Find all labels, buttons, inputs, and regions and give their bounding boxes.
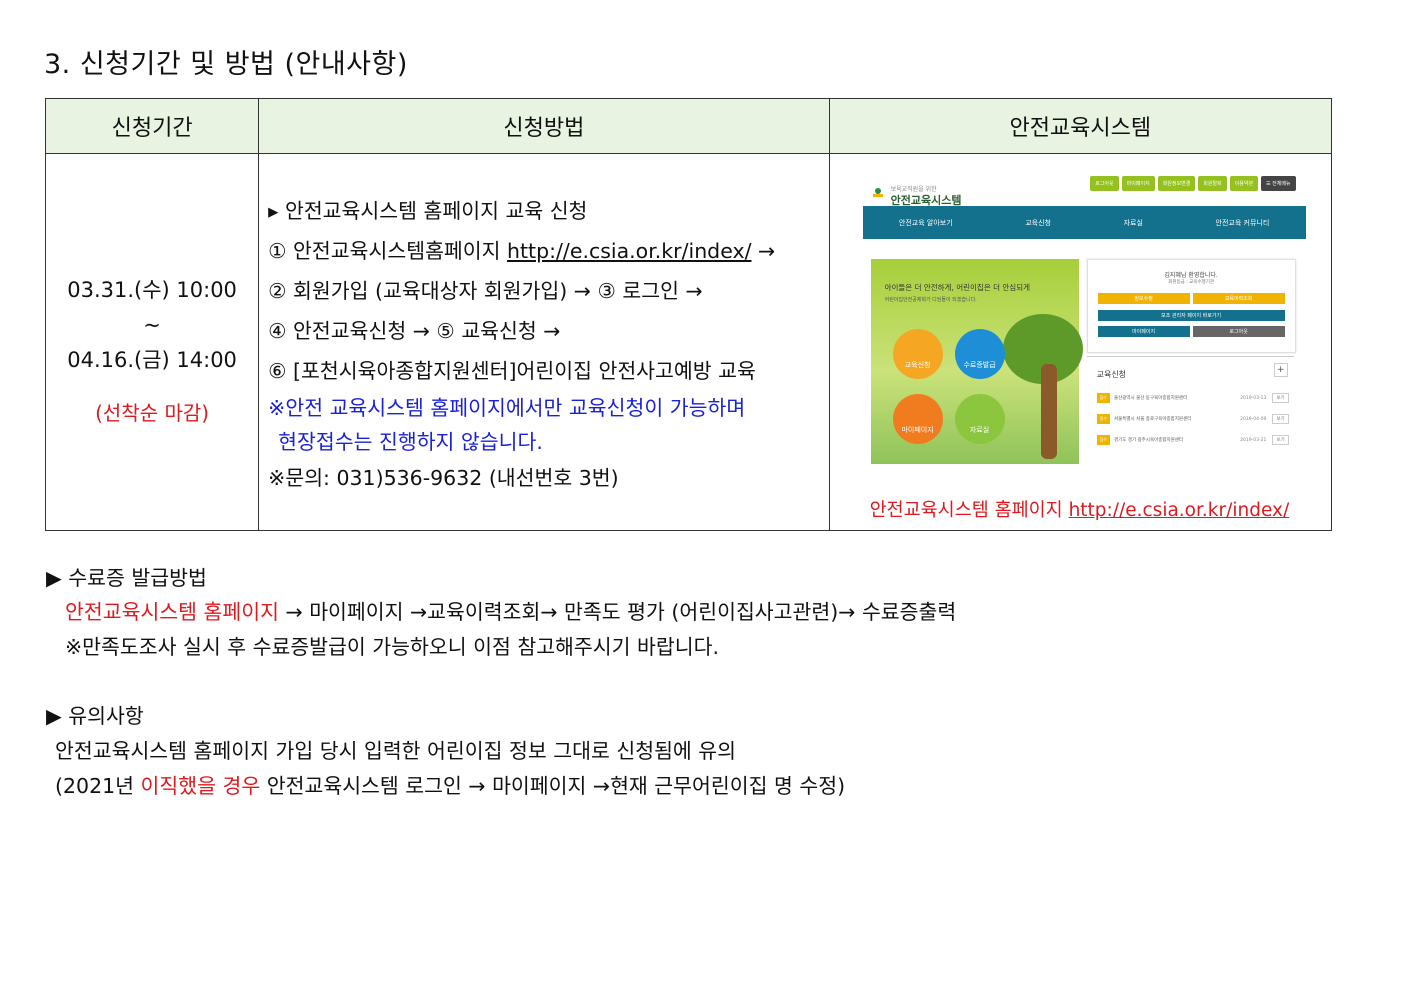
panel-logout-button[interactable]: 로그아웃 bbox=[1192, 326, 1285, 337]
edu-row[interactable]: 접수 서울특별시 서울 종로구육아종합지원센터 2019-04-09 보기 bbox=[1096, 414, 1289, 424]
cert-line-1-highlight: 안전교육시스템 홈페이지 bbox=[65, 600, 279, 624]
nav-item-community[interactable]: 안전교육 커뮤니티 bbox=[1216, 218, 1270, 228]
system-caption: 안전교육시스템 홈페이지 http://e.csia.or.kr/index/ bbox=[870, 496, 1290, 522]
notes-line-2: (2021년 이직했을 경우 안전교육시스템 로그인 → 마이페이지 →현재 근… bbox=[55, 769, 845, 799]
top-button-bar: 로그아웃 마이페이지 회원정보변경 회원탈퇴 이용약관 ☰ 전체메뉴 bbox=[1090, 176, 1296, 191]
edu-apply-box: 교육신청 + 접수 울산광역시 울산 동구육아종합지원센터 2019-03-13… bbox=[1086, 356, 1294, 469]
system-url-link[interactable]: http://e.csia.or.kr/index/ bbox=[507, 239, 751, 263]
period-tilde: ~ bbox=[143, 313, 161, 337]
notes-line-2-a: (2021년 bbox=[55, 774, 141, 798]
method-line-3: ② 회원가입 (교육대상자 회원가입) → ③ 로그인 → bbox=[268, 279, 703, 303]
history-button[interactable]: 교육이력조회 bbox=[1192, 293, 1285, 304]
nav-item-apply[interactable]: 교육신청 bbox=[1025, 218, 1051, 228]
nav-item-about[interactable]: 안전교육 알아보기 bbox=[899, 218, 953, 228]
header-method: 신청방법 bbox=[258, 98, 830, 154]
user-panel: 김지혜님 환영합니다. 회원등급 : 교육수행기관 정보수정 교육이력조회 보조… bbox=[1086, 259, 1296, 353]
notes-heading: ▶ 유의사항 bbox=[46, 704, 144, 728]
period-note: (선착순 마감) bbox=[95, 401, 210, 425]
mypage-button[interactable]: 마이페이지 bbox=[1121, 176, 1155, 191]
panel-mypage-button[interactable]: 마이페이지 bbox=[1097, 326, 1190, 337]
notes-line-2-highlight: 이직했을 경우 bbox=[140, 774, 261, 798]
caption-prefix: 안전교육시스템 홈페이지 bbox=[869, 500, 1069, 521]
cert-line-2: ※만족도조사 실시 후 수료증발급이 가능하오니 이점 참고해주시기 바랍니다. bbox=[65, 635, 719, 659]
method-line-2-prefix: ① 안전교육시스템홈페이지 bbox=[268, 239, 508, 263]
welcome-text: 김지혜님 환영합니다. bbox=[1164, 272, 1218, 279]
application-table: 신청기간 신청방법 안전교육시스템 03.31.(수) 10:00 ~ 04.1… bbox=[44, 98, 1333, 531]
method-line-2: ① 안전교육시스템홈페이지 http://e.csia.or.kr/index/… bbox=[268, 231, 827, 271]
edu-row-date: 2019-03-21 bbox=[1240, 437, 1267, 443]
terms-button[interactable]: 이용약관 bbox=[1229, 176, 1259, 191]
method-line-4: ④ 안전교육신청 → ⑤ 교육신청 → bbox=[268, 319, 561, 343]
period-end: 04.16.(금) 14:00 bbox=[67, 348, 237, 372]
edu-row-tag: 접수 bbox=[1096, 414, 1110, 424]
circle-apply[interactable]: 교육신청 bbox=[892, 329, 943, 379]
tree-trunk-illustration bbox=[1040, 364, 1057, 459]
circle-library[interactable]: 자료실 bbox=[954, 394, 1005, 444]
main-nav: 안전교육 알아보기 교육신청 자료실 안전교육 커뮤니티 bbox=[862, 206, 1306, 239]
cert-line-1: 안전교육시스템 홈페이지 → 마이페이지 →교육이력조회→ 만족도 평가 (어린… bbox=[65, 595, 956, 625]
logout-button[interactable]: 로그아웃 bbox=[1090, 176, 1119, 191]
method-contact: ※문의: 031)536-9632 (내선번호 3번) bbox=[268, 466, 619, 490]
circle-mypage[interactable]: 마이페이지 bbox=[892, 394, 943, 444]
edu-row[interactable]: 접수 울산광역시 울산 동구육아종합지원센터 2019-03-13 보기 bbox=[1096, 393, 1289, 403]
edit-profile-button[interactable]: 정보수정 bbox=[1097, 293, 1190, 304]
period-start: 03.31.(수) 10:00 bbox=[67, 278, 237, 302]
withdraw-button[interactable]: 회원탈퇴 bbox=[1198, 176, 1227, 191]
circle-certificate[interactable]: 수료증발급 bbox=[954, 329, 1005, 379]
method-line-5: ⑥ [포천시육아종합지원센터]어린이집 안전사고예방 교육 bbox=[268, 359, 756, 383]
edu-row-date: 2019-04-09 bbox=[1240, 416, 1267, 422]
logo-icon bbox=[872, 188, 883, 197]
edu-row-name: 경기도 경기 광주시육아종합지원센터 bbox=[1113, 438, 1184, 443]
section-title: 3. 신청기간 및 방법 (안내사항) bbox=[44, 49, 408, 80]
edu-row[interactable]: 접수 경기도 경기 광주시육아종합지원센터 2019-03-21 보기 bbox=[1096, 435, 1289, 445]
edu-row-view-button[interactable]: 보기 bbox=[1272, 435, 1289, 445]
notes-line-2-b: 안전교육시스템 로그인 → 마이페이지 →현재 근무어린이집 명 수정) bbox=[260, 774, 846, 798]
all-menu-button[interactable]: ☰ 전체메뉴 bbox=[1261, 176, 1296, 191]
edu-row-tag: 접수 bbox=[1096, 435, 1110, 445]
method-line-1: ▸ 안전교육시스템 홈페이지 교육 신청 bbox=[268, 199, 588, 223]
method-line-2-suffix: → bbox=[751, 239, 776, 263]
edu-box-title: 교육신청 bbox=[1096, 370, 1127, 379]
system-homepage-screenshot: 보육교직원을 위한 안전교육시스템 로그아웃 마이페이지 회원정보변경 회원탈퇴… bbox=[862, 164, 1306, 474]
notes-line-1: 안전교육시스템 홈페이지 가입 당시 입력한 어린이집 정보 그대로 신청됨에 … bbox=[55, 739, 737, 763]
sub-admin-button[interactable]: 보조 관리자 페이지 바로가기 bbox=[1097, 310, 1285, 321]
header-period: 신청기간 bbox=[44, 98, 260, 154]
caption-url-link[interactable]: http://e.csia.or.kr/index/ bbox=[1069, 500, 1290, 521]
method-notice-1: ※안전 교육시스템 홈페이지에서만 교육신청이 가능하며 bbox=[268, 396, 746, 420]
edit-info-button[interactable]: 회원정보변경 bbox=[1157, 176, 1196, 191]
method-cell: ▸ 안전교육시스템 홈페이지 교육 신청 ① 안전교육시스템홈페이지 http:… bbox=[258, 153, 830, 531]
hero-subtitle: 어린이집안전공제회가 디딤돌이 되겠습니다. bbox=[884, 297, 977, 303]
member-grade: 회원등급 : 교육수행기관 bbox=[1168, 280, 1214, 285]
edu-row-tag: 접수 bbox=[1096, 393, 1110, 403]
edu-row-name: 서울특별시 서울 종로구육아종합지원센터 bbox=[1113, 417, 1192, 422]
hero-title: 아이들은 더 안전하게, 어린이집은 더 안심되게 bbox=[884, 283, 1030, 292]
period-cell: 03.31.(수) 10:00 ~ 04.16.(금) 14:00 (선착순 마… bbox=[44, 153, 260, 531]
edu-row-name: 울산광역시 울산 동구육아종합지원센터 bbox=[1113, 396, 1188, 401]
method-notice-2: 현장접수는 진행하지 않습니다. bbox=[278, 430, 543, 454]
system-cell: 보육교직원을 위한 안전교육시스템 로그아웃 마이페이지 회원정보변경 회원탈퇴… bbox=[828, 153, 1333, 531]
header-system: 안전교육시스템 bbox=[828, 98, 1333, 154]
cert-heading: ▶ 수료증 발급방법 bbox=[46, 566, 207, 590]
nav-item-library[interactable]: 자료실 bbox=[1124, 218, 1143, 228]
cert-line-1-rest: → 마이페이지 →교육이력조회→ 만족도 평가 (어린이집사고관련)→ 수료증출… bbox=[278, 600, 957, 624]
edu-row-view-button[interactable]: 보기 bbox=[1272, 414, 1289, 424]
edu-row-view-button[interactable]: 보기 bbox=[1272, 393, 1289, 403]
plus-icon[interactable]: + bbox=[1273, 363, 1288, 377]
edu-row-date: 2019-03-13 bbox=[1240, 395, 1267, 401]
